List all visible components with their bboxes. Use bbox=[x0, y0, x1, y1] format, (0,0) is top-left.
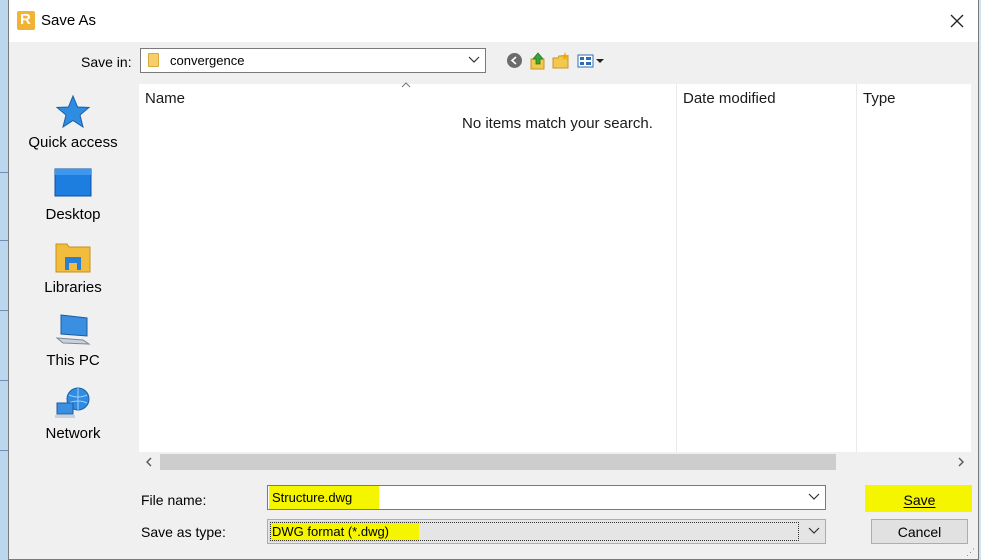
place-network[interactable]: Network bbox=[19, 385, 127, 442]
save-button-label: Save bbox=[903, 491, 936, 508]
save-button[interactable]: Save bbox=[865, 485, 972, 512]
file-name-input[interactable]: Structure.dwg bbox=[267, 485, 826, 510]
back-button[interactable] bbox=[506, 52, 524, 70]
scroll-left-icon[interactable] bbox=[140, 453, 158, 471]
back-arrow-icon bbox=[507, 53, 522, 68]
computer-icon bbox=[55, 314, 91, 345]
file-name-value: Structure.dwg bbox=[272, 490, 353, 505]
up-folder-button[interactable] bbox=[529, 52, 547, 70]
places-bar: Quick access Desktop Libraries This PC N… bbox=[19, 82, 137, 458]
file-name-label: File name: bbox=[141, 492, 207, 508]
scroll-right-icon[interactable] bbox=[952, 453, 970, 471]
chevron-down-icon bbox=[807, 522, 821, 540]
place-label: Libraries bbox=[44, 279, 102, 296]
place-desktop[interactable]: Desktop bbox=[19, 166, 127, 223]
place-quick-access[interactable]: Quick access bbox=[19, 94, 127, 151]
scrollbar-thumb[interactable] bbox=[160, 454, 836, 470]
column-header-type[interactable]: Type bbox=[863, 90, 896, 107]
cancel-button[interactable]: Cancel bbox=[871, 519, 968, 544]
save-as-type-label: Save as type: bbox=[141, 524, 226, 540]
libraries-icon bbox=[55, 243, 91, 273]
save-in-dropdown[interactable]: convergence bbox=[140, 48, 486, 73]
save-as-type-dropdown[interactable]: DWG format (*.dwg) bbox=[267, 519, 826, 544]
close-icon bbox=[950, 14, 964, 28]
column-header-date-modified[interactable]: Date modified bbox=[683, 90, 776, 107]
view-menu-icon bbox=[577, 54, 604, 68]
place-label: This PC bbox=[46, 352, 100, 369]
empty-list-message: No items match your search. bbox=[462, 115, 653, 132]
save-as-type-value: DWG format (*.dwg) bbox=[272, 524, 390, 539]
network-icon bbox=[55, 387, 90, 418]
chevron-down-icon[interactable] bbox=[807, 488, 821, 506]
cancel-button-label: Cancel bbox=[897, 523, 942, 540]
dialog-title: Save As bbox=[41, 12, 97, 29]
save-as-dialog: R Save As Save in: convergence Quick acc… bbox=[8, 0, 979, 560]
column-divider[interactable] bbox=[676, 84, 677, 452]
column-divider[interactable] bbox=[856, 84, 857, 452]
column-header-name[interactable]: Name bbox=[145, 90, 185, 107]
folder-icon bbox=[148, 53, 159, 67]
horizontal-scrollbar[interactable] bbox=[139, 453, 971, 471]
place-label: Desktop bbox=[45, 206, 101, 223]
place-this-pc[interactable]: This PC bbox=[19, 312, 127, 369]
revit-app-icon: R bbox=[17, 11, 35, 30]
close-button[interactable] bbox=[944, 8, 970, 34]
chevron-down-icon bbox=[467, 51, 481, 69]
new-folder-button[interactable] bbox=[552, 52, 570, 70]
place-label: Network bbox=[45, 425, 101, 442]
desktop-icon bbox=[54, 168, 92, 197]
place-label: Quick access bbox=[28, 134, 118, 151]
title-bar: R Save As bbox=[9, 0, 978, 42]
save-in-value: convergence bbox=[170, 53, 245, 68]
new-folder-icon bbox=[552, 52, 569, 69]
sort-ascending-icon bbox=[401, 80, 411, 91]
views-menu-button[interactable] bbox=[577, 52, 605, 70]
save-in-label: Save in: bbox=[81, 54, 132, 70]
place-libraries[interactable]: Libraries bbox=[19, 239, 127, 296]
file-list[interactable]: Name Date modified Type No items match y… bbox=[139, 82, 971, 452]
resize-grip-icon[interactable]: ⋰ bbox=[966, 547, 976, 557]
up-folder-icon bbox=[530, 52, 545, 70]
star-icon bbox=[55, 94, 91, 129]
